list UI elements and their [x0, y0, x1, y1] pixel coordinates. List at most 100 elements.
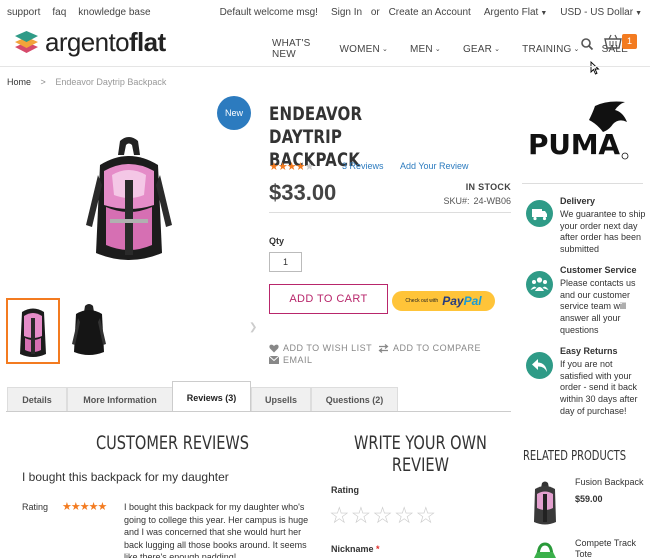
sign-in-link[interactable]: Sign In	[331, 7, 362, 18]
currency-switcher[interactable]: USD - US Dollar ▼	[560, 7, 642, 18]
review-title: I bought this backpack for my daughter	[22, 470, 229, 484]
related-product-1-image[interactable]	[528, 480, 562, 528]
nav-item-training[interactable]: TRAINING ⌄	[522, 38, 579, 60]
tab-more-information[interactable]: More Information	[67, 387, 173, 411]
nav-item-women[interactable]: WOMEN ⌄	[340, 38, 389, 60]
chevron-down-icon: ⌄	[381, 46, 389, 53]
logo-icon	[15, 31, 38, 53]
cart-count-badge[interactable]: 1	[622, 34, 637, 49]
star-icon: ★	[304, 161, 315, 173]
rating-star-4[interactable]: ☆	[394, 502, 416, 528]
product-rating-stars: ★★★★★	[269, 160, 315, 173]
store-switcher-label: Argento Flat	[483, 7, 539, 18]
paypal-checkout-button[interactable]: Check out with PayPal	[392, 291, 495, 311]
add-to-cart-button[interactable]: ADD TO CART	[269, 284, 388, 314]
tabs-divider	[6, 411, 511, 412]
brand-logo[interactable]: PUMA	[527, 100, 631, 164]
gallery-next-arrow[interactable]: ❯	[249, 322, 257, 333]
sku-value: 24-WB06	[473, 196, 511, 206]
header-divider	[0, 66, 650, 67]
nav-item-label: WHAT'S NEW	[272, 38, 311, 60]
tab-questions[interactable]: Questions (2)	[311, 387, 398, 411]
support-link[interactable]: support	[7, 7, 40, 18]
star-icon: ★	[62, 501, 72, 513]
envelope-icon	[269, 356, 279, 364]
wishlist-label: ADD TO WISH LIST	[283, 343, 373, 353]
paypal-small-text: Check out with	[405, 298, 439, 304]
star-icon: ★	[295, 161, 306, 173]
reviews-link[interactable]: 3 Reviews	[342, 161, 384, 171]
or-text: or	[370, 7, 380, 18]
chevron-down-icon: ⌄	[494, 46, 501, 53]
qty-label: Qty	[269, 236, 285, 246]
breadcrumb-home[interactable]: Home	[7, 77, 31, 87]
nav-item-what-s-new[interactable]: WHAT'S NEW	[272, 38, 318, 60]
write-review-heading-line1: WRITE YOUR OWN	[354, 432, 487, 454]
nav-item-men[interactable]: MEN ⌄	[410, 38, 441, 60]
feature-returns-title: Easy Returns	[560, 346, 618, 356]
store-switcher[interactable]: Argento Flat ▼	[484, 7, 547, 18]
return-icon	[526, 352, 553, 379]
email-friend-link[interactable]: EMAIL	[269, 355, 313, 365]
cart-icon[interactable]	[604, 34, 622, 50]
return-icon-glyph	[532, 359, 547, 372]
truck-icon	[526, 200, 553, 227]
add-to-wishlist-link[interactable]: ADD TO WISH LIST	[269, 343, 372, 353]
star-icon: ★	[97, 501, 108, 513]
thumbnail-1[interactable]	[6, 298, 60, 364]
nav-item-label: GEAR	[462, 43, 493, 55]
feature-delivery-title: Delivery	[560, 196, 596, 206]
users-icon-glyph	[530, 277, 549, 291]
nav-item-gear[interactable]: GEAR ⌄	[463, 38, 500, 60]
feature-delivery-text: We guarantee to ship your order next day…	[560, 209, 646, 255]
logo-text: argentoflat	[45, 29, 166, 55]
tab-reviews[interactable]: Reviews (3)	[172, 381, 251, 412]
product-main-image[interactable]	[80, 135, 178, 270]
mouse-cursor-icon	[590, 61, 600, 75]
star-icon: ★	[277, 161, 288, 173]
email-label: EMAIL	[283, 355, 313, 365]
chevron-down-icon: ⌄	[573, 46, 580, 53]
breadcrumb-current: Endeavor Daytrip Backpack	[55, 77, 167, 87]
write-review-heading-line2: REVIEW	[391, 454, 449, 476]
thumbnail-1-image	[20, 308, 46, 357]
star-icon: ★	[286, 161, 297, 173]
heart-icon	[269, 344, 279, 352]
rating-star-5[interactable]: ☆	[416, 502, 438, 528]
faq-link[interactable]: faq	[52, 7, 66, 18]
rating-star-3[interactable]: ☆	[372, 502, 394, 528]
logo-text-part2: flat	[128, 27, 166, 57]
nickname-label-text: Nickname	[331, 544, 374, 554]
sku-label: SKU#:	[443, 196, 470, 206]
add-to-compare-link[interactable]: ADD TO COMPARE	[378, 343, 481, 353]
related-product-1-name[interactable]: Fusion Backpack	[575, 477, 644, 487]
required-mark: *	[376, 544, 380, 554]
nav-item-label: TRAINING	[522, 43, 572, 55]
write-rating-label: Rating	[331, 485, 359, 495]
related-product-2-image[interactable]	[528, 540, 562, 558]
feature-returns-text: If you are not satisfied with your order…	[560, 359, 638, 416]
star-icon: ★	[70, 501, 81, 513]
knowledge-base-link[interactable]: knowledge base	[78, 7, 150, 18]
create-account-link[interactable]: Create an Account	[389, 7, 471, 18]
sidebar-divider	[522, 183, 643, 184]
paypal-logo-part1: Pay	[442, 294, 464, 308]
chevron-down-icon: ⌄	[434, 46, 441, 53]
sku: SKU#: 24-WB06	[443, 196, 511, 206]
brand-logo-text: PUMA	[528, 128, 620, 161]
tab-details[interactable]: Details	[7, 387, 67, 411]
thumbnail-2[interactable]	[66, 300, 112, 360]
related-product-2-name[interactable]: Compete Track Tote	[575, 538, 645, 558]
search-icon[interactable]	[580, 37, 594, 51]
product-price: $33.00	[269, 180, 337, 205]
truck-icon-glyph	[532, 209, 547, 221]
rating-star-1[interactable]: ☆	[329, 502, 351, 528]
write-rating-stars[interactable]: ☆☆☆☆☆	[329, 502, 437, 529]
rating-star-2[interactable]: ☆	[351, 502, 373, 528]
add-review-link[interactable]: Add Your Review	[400, 161, 469, 171]
logo-text-part1: argento	[45, 27, 130, 57]
qty-input[interactable]: 1	[269, 252, 302, 272]
site-logo[interactable]: argentoflat	[14, 28, 166, 56]
new-badge: New	[217, 96, 251, 130]
tab-upsells[interactable]: Upsells	[251, 387, 311, 411]
